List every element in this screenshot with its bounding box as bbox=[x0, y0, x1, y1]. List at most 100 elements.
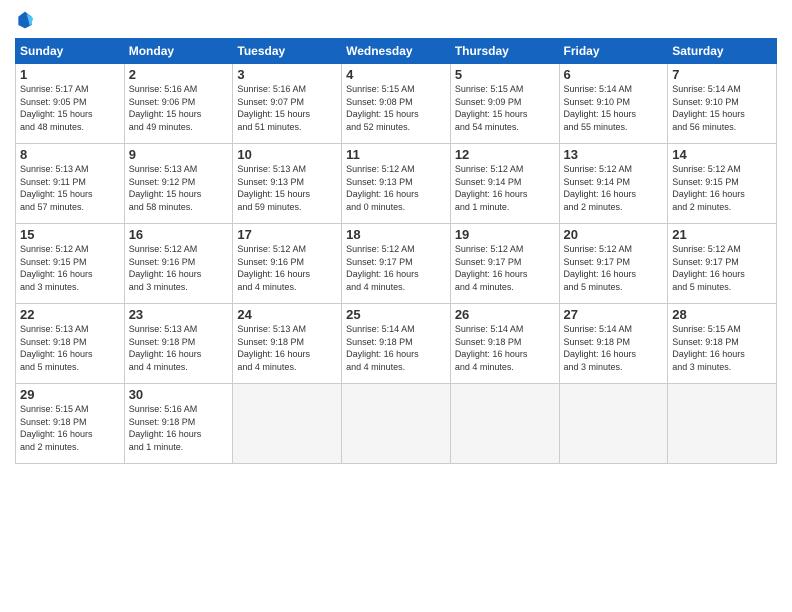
day-info: Sunrise: 5:13 AM Sunset: 9:13 PM Dayligh… bbox=[237, 163, 337, 213]
weekday-header-tuesday: Tuesday bbox=[233, 39, 342, 64]
calendar-cell: 11Sunrise: 5:12 AM Sunset: 9:13 PM Dayli… bbox=[342, 144, 451, 224]
day-info: Sunrise: 5:12 AM Sunset: 9:13 PM Dayligh… bbox=[346, 163, 446, 213]
day-number: 19 bbox=[455, 227, 555, 242]
logo bbox=[15, 10, 39, 30]
day-info: Sunrise: 5:12 AM Sunset: 9:16 PM Dayligh… bbox=[129, 243, 229, 293]
calendar-cell: 13Sunrise: 5:12 AM Sunset: 9:14 PM Dayli… bbox=[559, 144, 668, 224]
day-number: 4 bbox=[346, 67, 446, 82]
calendar-cell: 27Sunrise: 5:14 AM Sunset: 9:18 PM Dayli… bbox=[559, 304, 668, 384]
day-info: Sunrise: 5:13 AM Sunset: 9:18 PM Dayligh… bbox=[237, 323, 337, 373]
day-info: Sunrise: 5:14 AM Sunset: 9:18 PM Dayligh… bbox=[564, 323, 664, 373]
calendar-cell bbox=[450, 384, 559, 464]
day-number: 3 bbox=[237, 67, 337, 82]
day-number: 30 bbox=[129, 387, 229, 402]
day-info: Sunrise: 5:15 AM Sunset: 9:18 PM Dayligh… bbox=[20, 403, 120, 453]
calendar-cell: 12Sunrise: 5:12 AM Sunset: 9:14 PM Dayli… bbox=[450, 144, 559, 224]
day-info: Sunrise: 5:12 AM Sunset: 9:16 PM Dayligh… bbox=[237, 243, 337, 293]
weekday-header-saturday: Saturday bbox=[668, 39, 777, 64]
calendar-cell: 10Sunrise: 5:13 AM Sunset: 9:13 PM Dayli… bbox=[233, 144, 342, 224]
day-info: Sunrise: 5:12 AM Sunset: 9:15 PM Dayligh… bbox=[672, 163, 772, 213]
day-number: 23 bbox=[129, 307, 229, 322]
calendar-cell bbox=[342, 384, 451, 464]
day-info: Sunrise: 5:16 AM Sunset: 9:06 PM Dayligh… bbox=[129, 83, 229, 133]
calendar-cell: 8Sunrise: 5:13 AM Sunset: 9:11 PM Daylig… bbox=[16, 144, 125, 224]
day-number: 11 bbox=[346, 147, 446, 162]
day-info: Sunrise: 5:14 AM Sunset: 9:18 PM Dayligh… bbox=[455, 323, 555, 373]
day-info: Sunrise: 5:15 AM Sunset: 9:09 PM Dayligh… bbox=[455, 83, 555, 133]
calendar-cell: 23Sunrise: 5:13 AM Sunset: 9:18 PM Dayli… bbox=[124, 304, 233, 384]
day-info: Sunrise: 5:14 AM Sunset: 9:10 PM Dayligh… bbox=[564, 83, 664, 133]
calendar-cell: 20Sunrise: 5:12 AM Sunset: 9:17 PM Dayli… bbox=[559, 224, 668, 304]
day-info: Sunrise: 5:13 AM Sunset: 9:12 PM Dayligh… bbox=[129, 163, 229, 213]
calendar-cell: 21Sunrise: 5:12 AM Sunset: 9:17 PM Dayli… bbox=[668, 224, 777, 304]
calendar-cell bbox=[233, 384, 342, 464]
day-info: Sunrise: 5:12 AM Sunset: 9:17 PM Dayligh… bbox=[455, 243, 555, 293]
calendar-cell bbox=[668, 384, 777, 464]
calendar-table: SundayMondayTuesdayWednesdayThursdayFrid… bbox=[15, 38, 777, 464]
day-number: 24 bbox=[237, 307, 337, 322]
day-info: Sunrise: 5:13 AM Sunset: 9:11 PM Dayligh… bbox=[20, 163, 120, 213]
calendar-cell bbox=[559, 384, 668, 464]
day-info: Sunrise: 5:12 AM Sunset: 9:14 PM Dayligh… bbox=[455, 163, 555, 213]
calendar-cell: 26Sunrise: 5:14 AM Sunset: 9:18 PM Dayli… bbox=[450, 304, 559, 384]
day-number: 17 bbox=[237, 227, 337, 242]
day-number: 26 bbox=[455, 307, 555, 322]
calendar-cell: 9Sunrise: 5:13 AM Sunset: 9:12 PM Daylig… bbox=[124, 144, 233, 224]
day-info: Sunrise: 5:16 AM Sunset: 9:07 PM Dayligh… bbox=[237, 83, 337, 133]
calendar-cell: 16Sunrise: 5:12 AM Sunset: 9:16 PM Dayli… bbox=[124, 224, 233, 304]
page: SundayMondayTuesdayWednesdayThursdayFrid… bbox=[0, 0, 792, 612]
day-number: 10 bbox=[237, 147, 337, 162]
day-number: 5 bbox=[455, 67, 555, 82]
calendar-cell: 19Sunrise: 5:12 AM Sunset: 9:17 PM Dayli… bbox=[450, 224, 559, 304]
day-number: 18 bbox=[346, 227, 446, 242]
day-info: Sunrise: 5:12 AM Sunset: 9:17 PM Dayligh… bbox=[564, 243, 664, 293]
day-info: Sunrise: 5:12 AM Sunset: 9:17 PM Dayligh… bbox=[346, 243, 446, 293]
day-number: 8 bbox=[20, 147, 120, 162]
day-number: 13 bbox=[564, 147, 664, 162]
day-number: 14 bbox=[672, 147, 772, 162]
calendar-cell: 4Sunrise: 5:15 AM Sunset: 9:08 PM Daylig… bbox=[342, 64, 451, 144]
calendar-cell: 18Sunrise: 5:12 AM Sunset: 9:17 PM Dayli… bbox=[342, 224, 451, 304]
day-info: Sunrise: 5:12 AM Sunset: 9:17 PM Dayligh… bbox=[672, 243, 772, 293]
calendar-cell: 25Sunrise: 5:14 AM Sunset: 9:18 PM Dayli… bbox=[342, 304, 451, 384]
calendar-cell: 22Sunrise: 5:13 AM Sunset: 9:18 PM Dayli… bbox=[16, 304, 125, 384]
calendar-cell: 29Sunrise: 5:15 AM Sunset: 9:18 PM Dayli… bbox=[16, 384, 125, 464]
day-number: 16 bbox=[129, 227, 229, 242]
day-number: 15 bbox=[20, 227, 120, 242]
day-number: 9 bbox=[129, 147, 229, 162]
calendar-cell: 2Sunrise: 5:16 AM Sunset: 9:06 PM Daylig… bbox=[124, 64, 233, 144]
calendar-cell: 28Sunrise: 5:15 AM Sunset: 9:18 PM Dayli… bbox=[668, 304, 777, 384]
day-info: Sunrise: 5:12 AM Sunset: 9:15 PM Dayligh… bbox=[20, 243, 120, 293]
calendar-cell: 24Sunrise: 5:13 AM Sunset: 9:18 PM Dayli… bbox=[233, 304, 342, 384]
day-info: Sunrise: 5:14 AM Sunset: 9:18 PM Dayligh… bbox=[346, 323, 446, 373]
day-info: Sunrise: 5:16 AM Sunset: 9:18 PM Dayligh… bbox=[129, 403, 229, 453]
calendar-cell: 3Sunrise: 5:16 AM Sunset: 9:07 PM Daylig… bbox=[233, 64, 342, 144]
calendar-cell: 15Sunrise: 5:12 AM Sunset: 9:15 PM Dayli… bbox=[16, 224, 125, 304]
day-info: Sunrise: 5:15 AM Sunset: 9:18 PM Dayligh… bbox=[672, 323, 772, 373]
weekday-header-friday: Friday bbox=[559, 39, 668, 64]
day-info: Sunrise: 5:14 AM Sunset: 9:10 PM Dayligh… bbox=[672, 83, 772, 133]
weekday-header-thursday: Thursday bbox=[450, 39, 559, 64]
day-number: 28 bbox=[672, 307, 772, 322]
day-number: 6 bbox=[564, 67, 664, 82]
calendar-cell: 14Sunrise: 5:12 AM Sunset: 9:15 PM Dayli… bbox=[668, 144, 777, 224]
weekday-header-monday: Monday bbox=[124, 39, 233, 64]
day-number: 27 bbox=[564, 307, 664, 322]
day-number: 25 bbox=[346, 307, 446, 322]
day-number: 7 bbox=[672, 67, 772, 82]
day-number: 29 bbox=[20, 387, 120, 402]
day-info: Sunrise: 5:15 AM Sunset: 9:08 PM Dayligh… bbox=[346, 83, 446, 133]
day-number: 12 bbox=[455, 147, 555, 162]
logo-icon bbox=[15, 10, 35, 30]
weekday-header-wednesday: Wednesday bbox=[342, 39, 451, 64]
day-info: Sunrise: 5:13 AM Sunset: 9:18 PM Dayligh… bbox=[20, 323, 120, 373]
calendar-cell: 30Sunrise: 5:16 AM Sunset: 9:18 PM Dayli… bbox=[124, 384, 233, 464]
calendar-cell: 7Sunrise: 5:14 AM Sunset: 9:10 PM Daylig… bbox=[668, 64, 777, 144]
weekday-header-sunday: Sunday bbox=[16, 39, 125, 64]
day-number: 21 bbox=[672, 227, 772, 242]
header-area bbox=[15, 10, 777, 30]
calendar-cell: 1Sunrise: 5:17 AM Sunset: 9:05 PM Daylig… bbox=[16, 64, 125, 144]
day-info: Sunrise: 5:17 AM Sunset: 9:05 PM Dayligh… bbox=[20, 83, 120, 133]
day-number: 2 bbox=[129, 67, 229, 82]
day-info: Sunrise: 5:13 AM Sunset: 9:18 PM Dayligh… bbox=[129, 323, 229, 373]
